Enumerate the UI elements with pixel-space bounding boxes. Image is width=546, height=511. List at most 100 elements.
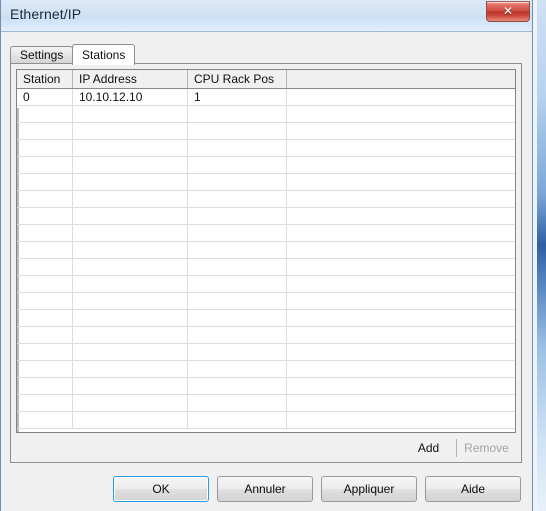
cell-empty[interactable]	[287, 242, 515, 258]
cell-empty[interactable]	[73, 293, 188, 309]
table-row[interactable]	[17, 106, 515, 123]
cell-empty[interactable]	[188, 157, 287, 173]
cell-empty[interactable]	[17, 140, 73, 156]
cell-empty[interactable]	[188, 361, 287, 377]
table-row[interactable]	[17, 191, 515, 208]
add-button[interactable]: Add	[401, 437, 456, 459]
column-header-station[interactable]: Station	[17, 70, 73, 88]
cell-empty[interactable]	[17, 395, 73, 411]
column-header-blank[interactable]	[287, 70, 515, 88]
cell-empty[interactable]	[73, 191, 188, 207]
cell-empty[interactable]	[188, 327, 287, 343]
cell-empty[interactable]	[73, 174, 188, 190]
remove-button[interactable]: Remove	[457, 437, 516, 459]
cell-empty[interactable]	[73, 344, 188, 360]
cell-empty[interactable]	[188, 412, 287, 428]
cell-empty[interactable]	[17, 191, 73, 207]
table-row[interactable]	[17, 140, 515, 157]
help-button[interactable]: Aide	[425, 476, 521, 502]
table-row[interactable]	[17, 293, 515, 310]
cell-blank[interactable]	[287, 89, 515, 105]
cell-empty[interactable]	[17, 344, 73, 360]
title-bar[interactable]: Ethernet/IP ✕	[1, 0, 532, 32]
cell-empty[interactable]	[17, 412, 73, 428]
cell-empty[interactable]	[287, 395, 515, 411]
cell-empty[interactable]	[17, 157, 73, 173]
cell-empty[interactable]	[188, 140, 287, 156]
cell-empty[interactable]	[287, 106, 515, 122]
cell-empty[interactable]	[73, 140, 188, 156]
tab-settings[interactable]: Settings	[10, 46, 74, 64]
cell-empty[interactable]	[73, 259, 188, 275]
table-row[interactable]: 0 10.10.12.10 1	[17, 89, 515, 106]
cell-empty[interactable]	[73, 327, 188, 343]
cell-empty[interactable]	[287, 191, 515, 207]
cell-empty[interactable]	[73, 378, 188, 394]
table-row[interactable]	[17, 259, 515, 276]
cancel-button[interactable]: Annuler	[217, 476, 313, 502]
cell-station[interactable]: 0	[17, 89, 73, 105]
column-header-ip-address[interactable]: IP Address	[73, 70, 188, 88]
cell-empty[interactable]	[287, 378, 515, 394]
cell-empty[interactable]	[73, 225, 188, 241]
cell-empty[interactable]	[188, 378, 287, 394]
cell-empty[interactable]	[188, 276, 287, 292]
close-button[interactable]: ✕	[486, 1, 530, 22]
cell-empty[interactable]	[287, 412, 515, 428]
cell-empty[interactable]	[188, 225, 287, 241]
cell-empty[interactable]	[17, 123, 73, 139]
cell-empty[interactable]	[73, 208, 188, 224]
cell-empty[interactable]	[17, 208, 73, 224]
table-row[interactable]	[17, 327, 515, 344]
cell-empty[interactable]	[188, 259, 287, 275]
table-row[interactable]	[17, 310, 515, 327]
cell-empty[interactable]	[73, 106, 188, 122]
table-row[interactable]	[17, 225, 515, 242]
cell-empty[interactable]	[17, 259, 73, 275]
cell-empty[interactable]	[73, 310, 188, 326]
cell-empty[interactable]	[188, 344, 287, 360]
cell-empty[interactable]	[17, 310, 73, 326]
cell-empty[interactable]	[17, 276, 73, 292]
cell-empty[interactable]	[287, 344, 515, 360]
tab-stations[interactable]: Stations	[72, 44, 136, 65]
table-row[interactable]	[17, 123, 515, 140]
cell-empty[interactable]	[287, 123, 515, 139]
table-row[interactable]	[17, 395, 515, 412]
cell-empty[interactable]	[188, 293, 287, 309]
cell-empty[interactable]	[287, 208, 515, 224]
cell-empty[interactable]	[287, 327, 515, 343]
table-row[interactable]	[17, 157, 515, 174]
cell-empty[interactable]	[73, 412, 188, 428]
cell-empty[interactable]	[188, 395, 287, 411]
table-row[interactable]	[17, 378, 515, 395]
cell-empty[interactable]	[287, 276, 515, 292]
table-row[interactable]	[17, 276, 515, 293]
table-row[interactable]	[17, 344, 515, 361]
table-row[interactable]	[17, 174, 515, 191]
cell-empty[interactable]	[287, 293, 515, 309]
cell-empty[interactable]	[17, 361, 73, 377]
cell-empty[interactable]	[287, 361, 515, 377]
cell-empty[interactable]	[287, 225, 515, 241]
cell-empty[interactable]	[188, 242, 287, 258]
table-row[interactable]	[17, 361, 515, 378]
cell-ip-address[interactable]: 10.10.12.10	[73, 89, 188, 105]
cell-empty[interactable]	[188, 208, 287, 224]
cell-empty[interactable]	[287, 174, 515, 190]
column-header-cpu-rack-pos[interactable]: CPU Rack Pos	[188, 70, 287, 88]
stations-table[interactable]: Station IP Address CPU Rack Pos 0 10.10.…	[16, 69, 516, 433]
cell-empty[interactable]	[17, 327, 73, 343]
cell-cpu-rack-pos[interactable]: 1	[188, 89, 287, 105]
cell-empty[interactable]	[17, 242, 73, 258]
cell-empty[interactable]	[287, 310, 515, 326]
table-row[interactable]	[17, 412, 515, 429]
apply-button[interactable]: Appliquer	[321, 476, 417, 502]
cell-empty[interactable]	[287, 259, 515, 275]
cell-empty[interactable]	[73, 242, 188, 258]
cell-empty[interactable]	[287, 140, 515, 156]
cell-empty[interactable]	[287, 157, 515, 173]
cell-empty[interactable]	[17, 378, 73, 394]
cell-empty[interactable]	[17, 293, 73, 309]
cell-empty[interactable]	[73, 361, 188, 377]
